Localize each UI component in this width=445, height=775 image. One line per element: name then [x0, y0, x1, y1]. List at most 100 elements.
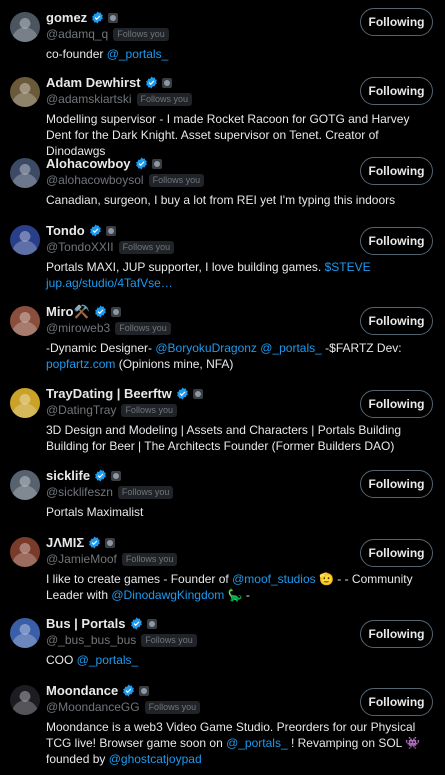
user-handle[interactable]: @DatingTray	[46, 403, 116, 417]
user-row[interactable]: TrayDating | Beerftw @DatingTray Follows y…	[0, 376, 445, 458]
user-handle[interactable]: @miroweb3	[46, 321, 110, 335]
following-button[interactable]: Following	[360, 390, 433, 418]
display-name[interactable]: TrayDating | Beerftw	[46, 386, 172, 401]
bio-link[interactable]: @ghostcatjoypad	[109, 752, 202, 766]
bio-text: Portals MAXI, JUP supporter, I love buil…	[46, 260, 325, 274]
affiliation-icon	[151, 158, 162, 169]
affiliation-icon	[161, 77, 172, 88]
user-handle[interactable]: @adamq_q	[46, 27, 108, 41]
display-name[interactable]: Miro⚒️	[46, 304, 90, 320]
user-row[interactable]: Alohacowboy @alohacowboysol Follows you Can…	[0, 146, 445, 213]
avatar[interactable]	[10, 470, 40, 500]
follows-you-badge: Follows you	[136, 92, 193, 106]
bio-link[interactable]: @_portals_	[77, 653, 139, 667]
affiliation-icon	[105, 537, 116, 548]
avatar[interactable]	[10, 388, 40, 418]
display-name[interactable]: Alohacowboy	[46, 156, 131, 171]
user-bio: co-founder @_portals_	[46, 46, 433, 62]
bio-text: -$FARTZ Dev:	[321, 341, 402, 355]
bio-text: I like to create games - Founder of	[46, 572, 233, 586]
following-button[interactable]: Following	[360, 539, 433, 567]
follows-you-badge: Follows you	[144, 700, 201, 714]
user-row[interactable]: JΛMIΣ @JamieMoof Follows you I like to crea…	[0, 525, 445, 606]
bio-link[interactable]: @_portals_	[226, 736, 288, 750]
bio-link[interactable]: @moof_studios	[232, 572, 316, 586]
user-bio: COO @_portals_	[46, 652, 433, 668]
user-handle[interactable]: @TondoXXII	[46, 240, 114, 254]
following-button[interactable]: Following	[360, 8, 433, 36]
display-name[interactable]: sicklife	[46, 468, 90, 483]
verified-badge-icon	[94, 305, 106, 318]
user-row[interactable]: Adam Dewhirst @adamskiartski Follows you Mo…	[0, 65, 445, 158]
user-row[interactable]: Bus | Portals @_bus_bus_bus Follows you COO…	[0, 606, 445, 673]
display-name[interactable]: Bus | Portals	[46, 616, 126, 631]
following-button[interactable]: Following	[360, 470, 433, 498]
display-name[interactable]: JΛMIΣ	[46, 535, 84, 550]
user-handle[interactable]: @JamieMoof	[46, 552, 117, 566]
avatar[interactable]	[10, 77, 40, 107]
bio-text: 🦕 -	[224, 588, 250, 602]
user-row[interactable]: Miro⚒️ @miroweb3 Follows you -Dynamic Desig…	[0, 294, 445, 376]
affiliation-icon	[139, 685, 150, 696]
follows-you-badge: Follows you	[113, 27, 169, 41]
bio-link[interactable]: @_portals_	[107, 47, 169, 61]
following-button[interactable]: Following	[360, 307, 433, 335]
bio-link[interactable]: $STEVE	[325, 260, 371, 274]
bio-link[interactable]: @_portals_	[260, 341, 322, 355]
bio-text: Canadian, surgeon, I buy a lot from REI …	[46, 193, 396, 207]
verified-badge-icon	[135, 157, 147, 170]
user-handle[interactable]: @adamskiartski	[46, 92, 132, 106]
avatar[interactable]	[10, 12, 40, 42]
bio-text: COO	[46, 653, 77, 667]
follows-you-badge: Follows you	[117, 485, 174, 499]
user-bio: Moondance is a web3 Video Game Studio. P…	[46, 719, 433, 767]
bio-link[interactable]: jup.ag/studio/4TafVse…	[46, 276, 173, 290]
following-button[interactable]: Following	[360, 688, 433, 716]
avatar[interactable]	[10, 158, 40, 188]
user-bio: -Dynamic Designer- @BoryokuDragonz @_por…	[46, 340, 433, 372]
user-bio: Portals Maximalist	[46, 504, 433, 520]
affiliation-icon	[110, 306, 121, 317]
user-handle[interactable]: @sicklifeszn	[46, 485, 113, 499]
verified-badge-icon	[176, 387, 188, 400]
user-row[interactable]: Moondance @MoondanceGG Follows you Moondanc…	[0, 673, 445, 775]
verified-badge-icon	[95, 469, 106, 482]
following-button[interactable]: Following	[360, 227, 433, 255]
user-row[interactable]: sicklife @sicklifeszn Follows you Portals M…	[0, 458, 445, 525]
display-name[interactable]: Moondance	[46, 683, 118, 698]
user-handle[interactable]: @MoondanceGG	[46, 700, 140, 714]
avatar[interactable]	[10, 618, 40, 648]
user-handle[interactable]: @_bus_bus_bus	[46, 633, 136, 647]
following-button[interactable]: Following	[360, 157, 433, 185]
affiliation-icon	[105, 225, 116, 236]
follows-you-badge: Follows you	[121, 403, 177, 417]
follows-you-badge: Follows you	[148, 173, 205, 187]
following-button[interactable]: Following	[360, 77, 433, 105]
bio-link[interactable]: @DinodawgKingdom	[111, 588, 224, 602]
user-row[interactable]: gomez @adamq_q Follows you co-founder @_por…	[0, 0, 445, 65]
bio-link[interactable]: popfartz.com	[46, 357, 115, 371]
user-bio: Portals MAXI, JUP supporter, I love buil…	[46, 259, 433, 291]
verified-badge-icon	[130, 617, 142, 630]
avatar[interactable]	[10, 537, 40, 567]
following-button[interactable]: Following	[360, 620, 433, 648]
affiliation-icon	[146, 618, 157, 629]
follows-you-badge: Follows you	[121, 552, 178, 566]
bio-text: co-founder	[46, 47, 107, 61]
following-list: gomez @adamq_q Follows you co-founder @_por…	[0, 0, 445, 775]
avatar[interactable]	[10, 306, 40, 336]
user-bio: 3D Design and Modeling | Assets and Char…	[46, 422, 433, 454]
affiliation-icon	[108, 12, 119, 23]
bio-text: Portals Maximalist	[46, 505, 144, 519]
display-name[interactable]: Adam Dewhirst	[46, 75, 141, 90]
user-row[interactable]: Tondo @TondoXXII Follows you Portals MAXI, …	[0, 213, 445, 294]
avatar[interactable]	[10, 685, 40, 715]
avatar[interactable]	[10, 225, 40, 255]
verified-badge-icon	[89, 224, 101, 237]
verified-badge-icon	[89, 536, 101, 549]
display-name[interactable]: Tondo	[46, 223, 85, 238]
affiliation-icon	[192, 388, 203, 399]
user-handle[interactable]: @alohacowboysol	[46, 173, 144, 187]
display-name[interactable]: gomez	[46, 10, 87, 25]
bio-link[interactable]: @BoryokuDragonz	[155, 341, 257, 355]
